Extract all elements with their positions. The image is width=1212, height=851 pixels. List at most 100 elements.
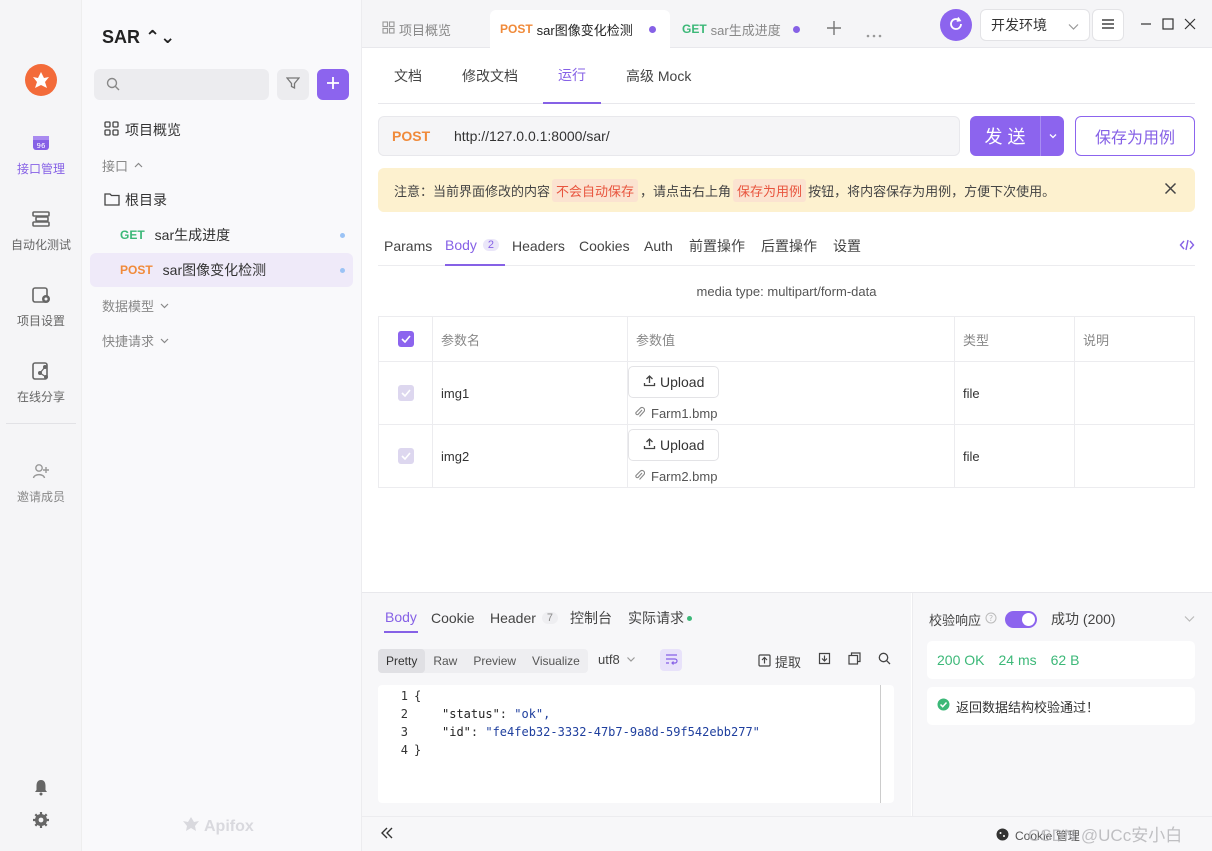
- tab-label: 实际请求: [628, 610, 684, 626]
- copy-icon[interactable]: [848, 652, 861, 665]
- filter-button[interactable]: [277, 69, 309, 100]
- wrap-lines-button[interactable]: [660, 649, 682, 671]
- sidebar-section-api[interactable]: 接口: [90, 148, 353, 182]
- chevron-down-icon: [626, 652, 636, 667]
- send-button[interactable]: 发 送: [970, 116, 1064, 156]
- notice-highlight: 保存为用例: [733, 178, 807, 202]
- format-pretty[interactable]: Pretty: [378, 649, 426, 673]
- encoding-select[interactable]: utf8: [598, 652, 636, 667]
- rail-item-project-settings[interactable]: 项目设置: [0, 276, 82, 336]
- tab-get-sar-progress[interactable]: GET sar生成进度: [682, 10, 800, 48]
- more-tabs-icon[interactable]: [866, 26, 882, 41]
- param-desc[interactable]: [1074, 361, 1195, 425]
- line-number: 4: [400, 743, 408, 757]
- sidebar-section-data-models[interactable]: 数据模型: [90, 288, 353, 322]
- send-dropdown-chevron-icon[interactable]: [1040, 116, 1064, 156]
- code-line: 4 }: [378, 741, 421, 759]
- code-line: 2 "status": "ok",: [378, 705, 551, 723]
- search-icon[interactable]: [878, 652, 891, 665]
- upload-button[interactable]: Upload: [628, 365, 720, 398]
- code-line: 1 {: [378, 687, 421, 705]
- subtab-docs[interactable]: 文档: [394, 48, 422, 104]
- file-name[interactable]: Farm2.bmp: [628, 469, 954, 484]
- new-tab-plus-icon[interactable]: [826, 20, 842, 39]
- project-title[interactable]: SAR ⌃⌄: [102, 27, 175, 48]
- environment-select[interactable]: 开发环境: [980, 9, 1090, 41]
- collapse-sidebar-icon[interactable]: [380, 827, 394, 842]
- validate-status[interactable]: 成功 (200): [1051, 609, 1116, 629]
- validate-toggle[interactable]: [1005, 610, 1038, 628]
- tab-settings[interactable]: 设置: [833, 226, 861, 266]
- env-sync-button[interactable]: [940, 9, 972, 41]
- upload-button[interactable]: Upload: [628, 428, 720, 461]
- unsaved-notice: 注意：当前界面修改的内容 不会自动保存 ，请点击右上角 保存为用例 按钮，将内容…: [378, 168, 1195, 212]
- sidebar-folder-root[interactable]: 根目录: [90, 183, 353, 217]
- code-icon[interactable]: [1179, 238, 1195, 255]
- subtab-run[interactable]: 运行: [543, 48, 601, 104]
- subtab-mock[interactable]: 高级 Mock: [626, 48, 691, 104]
- code-scrollbar[interactable]: [880, 685, 881, 803]
- json-value: "ok",: [514, 707, 551, 721]
- method-select[interactable]: POST: [392, 128, 454, 144]
- count-badge: 7: [541, 612, 559, 624]
- sidebar-item-overview[interactable]: 项目概览: [90, 113, 353, 147]
- rail-item-invite[interactable]: 邀请成员: [0, 452, 82, 512]
- sidebar-api-item-selected[interactable]: POST sar图像变化检测: [90, 253, 353, 287]
- tab-headers[interactable]: Headers: [512, 226, 565, 266]
- download-icon[interactable]: [818, 652, 831, 665]
- resp-tab-header[interactable]: Header 7: [490, 603, 559, 633]
- close-icon[interactable]: [1164, 182, 1177, 198]
- url-input[interactable]: http://127.0.0.1:8000/sar/: [454, 128, 610, 144]
- param-type[interactable]: file: [954, 361, 1075, 425]
- tab-post-sar-detect[interactable]: POST sar图像变化检测: [490, 10, 670, 48]
- rail-item-automation[interactable]: 自动化测试: [0, 200, 82, 260]
- select-all-checkbox[interactable]: [398, 331, 414, 347]
- chevron-up-icon: [134, 158, 143, 173]
- line-number: 3: [400, 725, 408, 739]
- gear-icon[interactable]: [32, 811, 50, 832]
- invite-icon: [30, 460, 52, 482]
- url-bar[interactable]: POST http://127.0.0.1:8000/sar/: [378, 116, 960, 156]
- tab-overview[interactable]: 项目概览: [382, 10, 451, 48]
- folder-icon: [104, 192, 120, 209]
- resp-tab-actual-request[interactable]: 实际请求: [628, 603, 692, 633]
- minimize-icon[interactable]: [1138, 16, 1154, 32]
- tab-post-actions[interactable]: 后置操作: [761, 226, 817, 266]
- tab-pre-actions[interactable]: 前置操作: [689, 226, 745, 266]
- tab-cookies[interactable]: Cookies: [579, 226, 630, 266]
- tab-label: sar生成进度: [710, 22, 781, 38]
- sidebar-api-item[interactable]: GET sar生成进度: [90, 218, 353, 252]
- param-name[interactable]: img2: [432, 424, 628, 488]
- tab-auth[interactable]: Auth: [644, 226, 673, 266]
- tab-body[interactable]: Body 2: [445, 226, 506, 266]
- file-name[interactable]: Farm1.bmp: [628, 406, 954, 421]
- rail-item-api-management[interactable]: 96 接口管理: [0, 124, 82, 184]
- maximize-icon[interactable]: [1160, 16, 1176, 32]
- response-code-viewer[interactable]: 1 { 2 "status": "ok", 3 "id": "fe4feb32-…: [378, 685, 894, 803]
- resp-tab-body[interactable]: Body: [384, 603, 418, 633]
- row-checkbox[interactable]: [398, 385, 414, 401]
- env-menu-button[interactable]: [1092, 9, 1124, 41]
- save-as-case-button[interactable]: 保存为用例: [1075, 116, 1195, 156]
- resp-tab-console[interactable]: 控制台: [570, 603, 612, 633]
- rail-item-share[interactable]: 在线分享: [0, 352, 82, 412]
- extract-button[interactable]: 提取: [758, 652, 801, 671]
- api-icon: 96: [30, 132, 52, 154]
- sidebar-section-quick-requests[interactable]: 快捷请求: [90, 323, 353, 357]
- search-input[interactable]: [94, 69, 269, 100]
- tab-params[interactable]: Params: [384, 226, 432, 266]
- row-checkbox[interactable]: [398, 448, 414, 464]
- format-raw[interactable]: Raw: [425, 649, 465, 673]
- subtab-edit-docs[interactable]: 修改文档: [462, 48, 518, 104]
- bell-icon[interactable]: [32, 778, 50, 799]
- chevron-down-icon[interactable]: [1184, 612, 1195, 627]
- close-window-icon[interactable]: [1182, 16, 1198, 32]
- csdn-watermark: CSDN @UCc安小白: [1028, 826, 1183, 845]
- param-type[interactable]: file: [954, 424, 1075, 488]
- add-button[interactable]: [317, 69, 349, 100]
- param-desc[interactable]: [1074, 424, 1195, 488]
- param-name[interactable]: img1: [432, 361, 628, 425]
- format-visualize[interactable]: Visualize: [524, 649, 588, 673]
- resp-tab-cookie[interactable]: Cookie: [431, 603, 475, 633]
- format-preview[interactable]: Preview: [465, 649, 524, 673]
